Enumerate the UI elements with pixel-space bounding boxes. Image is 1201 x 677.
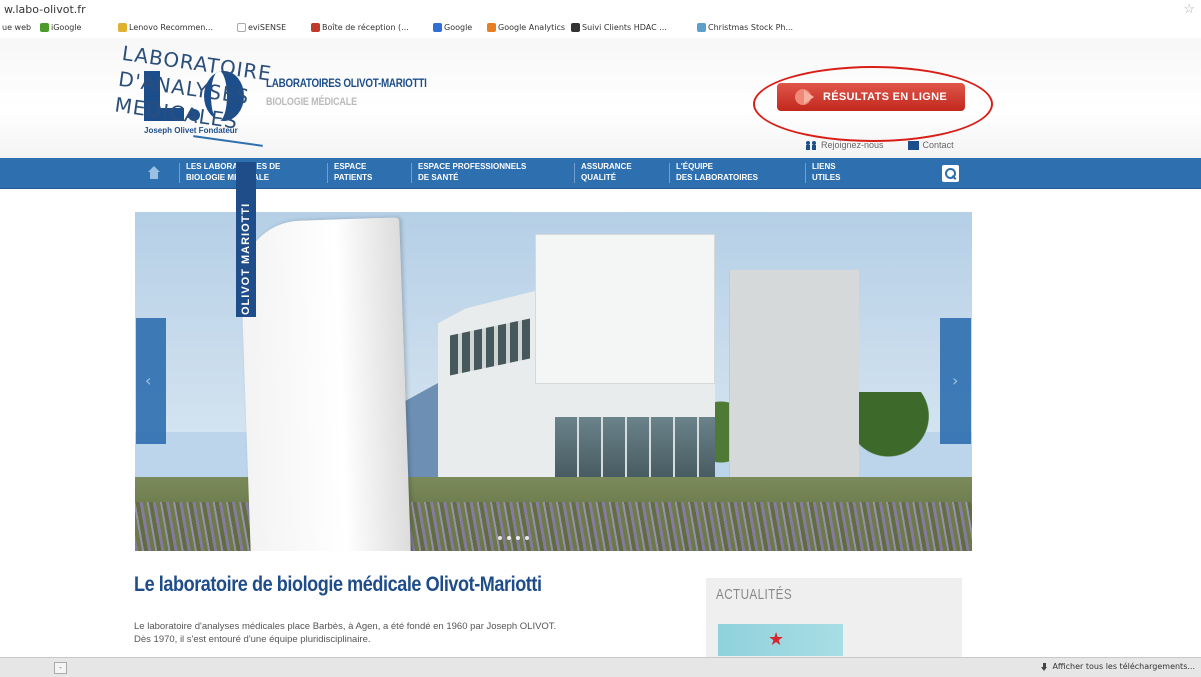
nav-item-patients[interactable]: ESPACE PATIENTS bbox=[334, 161, 372, 183]
nav-item-laboratoires[interactable]: LES LABORATOIRES DE BIOLOGIE MÉDICALE bbox=[186, 161, 280, 183]
browser-address-bar[interactable]: w.labo-olivot.fr ☆ bbox=[0, 0, 1201, 18]
bookmark-item[interactable]: eviSENSE bbox=[237, 23, 286, 32]
nav-separator bbox=[574, 163, 575, 183]
download-icon bbox=[1041, 662, 1048, 671]
bookmark-item[interactable]: iGoogle bbox=[40, 23, 81, 32]
download-bar bbox=[0, 657, 1201, 677]
bookmark-star-icon[interactable]: ☆ bbox=[1183, 1, 1195, 17]
bookmark-item[interactable]: Boîte de réception (... bbox=[311, 23, 409, 32]
lab-subtitle: BIOLOGIE MÉDICALE bbox=[266, 96, 357, 108]
nav-item-professionnels[interactable]: ESPACE PROFESSIONNELS DE SANTÉ bbox=[418, 161, 526, 183]
sign-band-text: OLIVOT MARIOTTI bbox=[240, 202, 252, 315]
search-icon[interactable] bbox=[942, 165, 959, 182]
bookmark-item[interactable]: Google bbox=[433, 23, 472, 32]
nav-item-qualite[interactable]: ASSURANCE QUALITÉ bbox=[581, 161, 632, 183]
page-icon bbox=[237, 23, 246, 32]
nav-separator bbox=[805, 163, 806, 183]
news-title: ACTUALITÉS bbox=[716, 586, 793, 603]
slider-next-button[interactable]: › bbox=[940, 318, 971, 444]
header-links: Rejoignez-nous Contact bbox=[806, 140, 954, 150]
page-title: Le laboratoire de biologie médicale Oliv… bbox=[134, 573, 542, 596]
analytics-icon bbox=[487, 23, 496, 32]
people-icon bbox=[806, 140, 817, 150]
clipboard-icon bbox=[571, 23, 580, 32]
nav-separator bbox=[669, 163, 670, 183]
intro-paragraph-line: Le laboratoire d'analyses médicales plac… bbox=[134, 621, 557, 632]
bookmark-item[interactable]: Christmas Stock Ph... bbox=[697, 23, 793, 32]
highlight-ellipse bbox=[753, 66, 993, 142]
lab-sign bbox=[239, 217, 411, 551]
intro-paragraph-line: Dès 1970, il s'est entouré d'une équipe … bbox=[134, 634, 371, 645]
show-all-downloads-link[interactable]: Afficher tous les téléchargements... bbox=[1041, 662, 1195, 671]
lab-name[interactable]: LABORATOIRES OLIVOT-MARIOTTI bbox=[266, 76, 427, 90]
slider-prev-button[interactable]: ‹ bbox=[136, 318, 166, 444]
building-upper-block bbox=[535, 234, 715, 384]
slider-dot[interactable] bbox=[525, 536, 529, 540]
home-icon[interactable] bbox=[147, 166, 161, 180]
download-menu-button[interactable]: - bbox=[54, 662, 67, 674]
star-icon: ★ bbox=[768, 629, 785, 649]
nav-separator bbox=[179, 163, 180, 183]
chevron-left-icon: ‹ bbox=[145, 371, 152, 390]
nav-separator bbox=[327, 163, 328, 183]
nav-separator bbox=[411, 163, 412, 183]
google-icon bbox=[433, 23, 442, 32]
bookmark-item[interactable]: Google Analytics bbox=[487, 23, 565, 32]
join-us-link[interactable]: Rejoignez-nous bbox=[821, 140, 884, 150]
slider-dot[interactable] bbox=[507, 536, 511, 540]
igoogle-icon bbox=[40, 23, 49, 32]
page-root: w.labo-olivot.fr ☆ ue web iGoogle Lenovo… bbox=[0, 0, 1201, 677]
mail-icon bbox=[907, 140, 919, 150]
slider-dots bbox=[498, 536, 529, 540]
nav-item-equipe[interactable]: L'ÉQUIPE DES LABORATOIRES bbox=[676, 161, 758, 183]
slider-dot[interactable] bbox=[516, 536, 520, 540]
url-text[interactable]: w.labo-olivot.fr bbox=[4, 3, 86, 16]
hero-slider[interactable] bbox=[135, 212, 972, 551]
gmail-icon bbox=[311, 23, 320, 32]
bookmark-item[interactable]: Lenovo Recommen... bbox=[118, 23, 213, 32]
nav-item-liens[interactable]: LIENS UTILES bbox=[812, 161, 840, 183]
bookmark-item[interactable]: ue web bbox=[2, 23, 31, 32]
contact-link[interactable]: Contact bbox=[923, 140, 954, 150]
photo-icon bbox=[697, 23, 706, 32]
folder-icon bbox=[118, 23, 127, 32]
chevron-right-icon: › bbox=[952, 371, 959, 390]
bookmark-item[interactable]: Suivi Clients HDAC ... bbox=[571, 23, 667, 32]
bookmarks-bar: ue web iGoogle Lenovo Recommen... eviSEN… bbox=[0, 19, 1201, 38]
building-side bbox=[729, 270, 859, 506]
slider-dot[interactable] bbox=[498, 536, 502, 540]
